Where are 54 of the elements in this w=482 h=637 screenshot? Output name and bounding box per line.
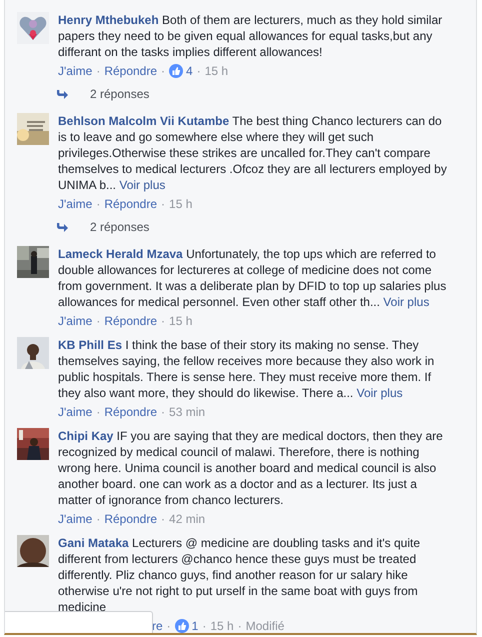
action-link[interactable]: J'aime bbox=[58, 313, 92, 329]
action-link[interactable]: Répondre bbox=[104, 313, 158, 329]
action-link[interactable]: re bbox=[152, 618, 163, 633]
action-link[interactable]: J'aime bbox=[58, 511, 92, 527]
reply-arrow-icon bbox=[56, 222, 68, 232]
like-icon bbox=[169, 64, 184, 78]
timestamp: 15 h bbox=[210, 618, 234, 633]
separator-dot: · bbox=[96, 404, 100, 420]
action-link[interactable]: Répondre bbox=[104, 63, 158, 79]
see-more-link[interactable]: Voir plus bbox=[356, 386, 403, 400]
author-name[interactable]: Behlson Malcolm Vii Kutambe bbox=[58, 114, 230, 128]
see-more-link[interactable]: Voir plus bbox=[383, 295, 430, 309]
action-link[interactable]: Répondre bbox=[104, 196, 158, 212]
separator-dot: · bbox=[96, 511, 100, 527]
action-link[interactable]: J'aime bbox=[58, 196, 92, 212]
like-count[interactable]: 4 bbox=[186, 63, 193, 79]
timestamp: 15 h bbox=[169, 196, 192, 212]
separator-dot: · bbox=[161, 511, 166, 527]
separator-dot: · bbox=[96, 313, 100, 329]
replies-link[interactable]: 2 réponses bbox=[90, 86, 150, 102]
author-name[interactable]: Chipi Kay bbox=[58, 429, 114, 443]
timestamp: Modifié bbox=[246, 618, 284, 633]
timestamp: 42 min bbox=[169, 511, 206, 527]
separator-dot: · bbox=[166, 618, 171, 633]
timestamp: 53 min bbox=[169, 404, 206, 420]
separator-dot: · bbox=[161, 63, 166, 79]
comment-text: Henry Mthebukeh Both of them are lecturers, much as they hold similar papers they need to be given equal allowances for equal tasks,but any differant on the tasks implies different allowances! bbox=[58, 12, 444, 60]
author-name[interactable]: KB Phill Es bbox=[58, 338, 122, 352]
separator-dot: · bbox=[196, 63, 201, 79]
comment-text: Lameck Herald Mzava Unfortunately, the top ups which are referred to double allowances for lectureres at college of medicine does not come from government. It was a deliberate plan by DFID to top up salaries plus allowances for medical personnel. Even other staff other th... Voir plus bbox=[58, 246, 448, 310]
reply-arrow-icon bbox=[56, 89, 68, 99]
separator-dot: · bbox=[96, 196, 100, 212]
author-name[interactable]: Lameck Herald Mzava bbox=[58, 247, 183, 261]
comment-text: Behlson Malcolm Vii Kutambe The best thing Chanco lecturers can do is to leave and go somewhere else where they will get such privileges.Otherwise these strikes are uncalled for.They can't compare themselves to medical lecturers .Ofcoz they are all lecturers employed by UNIMA b... Voir plus bbox=[58, 113, 448, 193]
separator-dot: · bbox=[202, 618, 206, 633]
separator-dot: · bbox=[161, 313, 166, 329]
action-link[interactable]: J'aime bbox=[58, 63, 92, 79]
comment-text: Chipi Kay IF you are saying that they are medical doctors, then they are recognized by medical council of malawi. Therefore, there is nothing wrong here. Unima council is another board and medical council is also another board. one can work as a doctor and as a lecturer. Its just a matter of ignorance from chanco lecturers. bbox=[58, 428, 444, 508]
comment-text: KB Phill Es I think the base of their story its making no sense. They themselves saying, the fellow receives more because they also work in public hospitals. There is sense here. They must receive more them. If they also want more, they should do likewise. There a... Voir plus bbox=[58, 337, 436, 401]
like-count[interactable]: 1 bbox=[192, 618, 198, 633]
comment-text: Gani Mataka Lecturers @ medicine are doubling tasks and it's quite different from lecturers @chanco hence these guys must be treated differently. Pliz chanco guys, find another reason for ur salary hike otherwise u're not right to put urself in the same boat with guys from medicine bbox=[58, 535, 421, 615]
see-more-link[interactable]: Voir plus bbox=[119, 178, 166, 192]
action-link[interactable]: Répondre bbox=[104, 511, 158, 527]
author-name[interactable]: Henry Mthebukeh bbox=[58, 13, 159, 27]
separator-dot: · bbox=[238, 618, 242, 633]
replies-link[interactable]: 2 réponses bbox=[90, 219, 150, 235]
action-link[interactable]: J'aime bbox=[58, 404, 92, 420]
action-link[interactable]: Répondre bbox=[104, 404, 158, 420]
author-name[interactable]: Gani Mataka bbox=[58, 536, 129, 550]
separator-dot: · bbox=[96, 63, 100, 79]
separator-dot: · bbox=[161, 404, 166, 420]
timestamp: 15 h bbox=[204, 63, 228, 79]
separator-dot: · bbox=[161, 196, 166, 212]
timestamp: 15 h bbox=[169, 313, 192, 329]
